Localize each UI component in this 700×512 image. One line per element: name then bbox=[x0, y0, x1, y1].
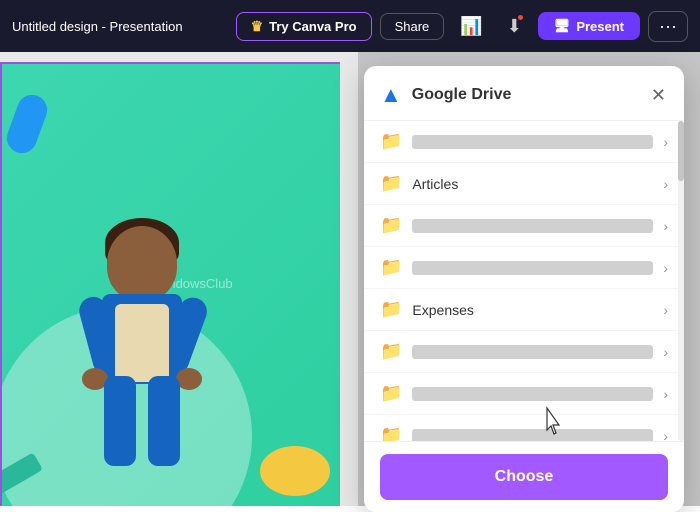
folder-name bbox=[412, 345, 653, 359]
char-vest bbox=[115, 304, 169, 382]
folder-name bbox=[412, 261, 653, 275]
char-head bbox=[107, 226, 177, 301]
try-canva-button[interactable]: ♛ Try Canva Pro bbox=[236, 12, 372, 41]
folder-icon: 📁 bbox=[380, 425, 402, 441]
scrollbar-thumb[interactable] bbox=[678, 121, 684, 181]
dialog-list-wrapper: 📁 › 📁 Articles › 📁 › bbox=[364, 121, 684, 441]
folder-item[interactable]: 📁 › bbox=[364, 247, 684, 289]
folder-item[interactable]: 📁 Articles › bbox=[364, 163, 684, 205]
folder-name: Expenses bbox=[412, 302, 653, 318]
google-drive-dialog: ▲ Google Drive ✕ 📁 › 📁 Articles › bbox=[364, 66, 684, 512]
folder-icon: 📁 bbox=[380, 131, 402, 152]
char-right-leg bbox=[148, 376, 180, 466]
scrollbar-track[interactable] bbox=[678, 121, 684, 441]
top-bar: Untitled design - Presentation ♛ Try Can… bbox=[0, 0, 700, 52]
dialog-title: Google Drive bbox=[412, 86, 639, 104]
chevron-icon: › bbox=[663, 134, 668, 150]
google-drive-icon: ▲ bbox=[380, 82, 402, 108]
folder-name: Articles bbox=[412, 176, 653, 192]
chart-button[interactable]: 📊 bbox=[452, 11, 490, 42]
share-label: Share bbox=[395, 19, 430, 34]
download-button[interactable]: ⬇ bbox=[499, 11, 530, 42]
folder-name bbox=[412, 429, 653, 442]
chart-icon: 📊 bbox=[460, 16, 482, 37]
folder-name bbox=[412, 387, 653, 401]
try-canva-label: Try Canva Pro bbox=[269, 19, 356, 34]
folder-icon: 📁 bbox=[380, 299, 402, 320]
folder-icon: 📁 bbox=[380, 257, 402, 278]
char-left-leg bbox=[104, 376, 136, 466]
folder-icon: 📁 bbox=[380, 383, 402, 404]
crown-icon: ♛ bbox=[251, 18, 264, 35]
chevron-icon: › bbox=[663, 302, 668, 318]
folder-icon: 📁 bbox=[380, 215, 402, 236]
blue-decoration bbox=[3, 91, 52, 158]
share-button[interactable]: Share bbox=[380, 13, 445, 40]
chevron-icon: › bbox=[663, 260, 668, 276]
choose-button[interactable]: Choose bbox=[380, 454, 668, 500]
app-title: Untitled design - Presentation bbox=[12, 19, 183, 34]
yellow-decoration bbox=[260, 446, 330, 496]
more-icon: ··· bbox=[659, 16, 677, 36]
chevron-icon: › bbox=[663, 344, 668, 360]
folder-item[interactable]: 📁 › bbox=[364, 121, 684, 163]
folder-list[interactable]: 📁 › 📁 Articles › 📁 › bbox=[364, 121, 684, 441]
folder-icon: 📁 bbox=[380, 341, 402, 362]
chevron-icon: › bbox=[663, 176, 668, 192]
present-icon: 🖥 bbox=[554, 18, 571, 34]
dialog-close-button[interactable]: ✕ bbox=[649, 84, 668, 106]
folder-icon: 📁 bbox=[380, 173, 402, 194]
folder-item[interactable]: 📁 › bbox=[364, 415, 684, 441]
folder-item[interactable]: 📁 › bbox=[364, 373, 684, 415]
folder-item[interactable]: 📁 Expenses › bbox=[364, 289, 684, 331]
present-button[interactable]: 🖥 Present bbox=[538, 12, 640, 40]
folder-item[interactable]: 📁 › bbox=[364, 205, 684, 247]
dialog-overlay: ▲ Google Drive ✕ 📁 › 📁 Articles › bbox=[358, 52, 700, 506]
present-label: Present bbox=[576, 19, 624, 34]
chevron-icon: › bbox=[663, 386, 668, 402]
folder-name bbox=[412, 135, 653, 149]
notification-dot bbox=[517, 14, 524, 21]
dialog-footer: Choose bbox=[364, 441, 684, 512]
chevron-icon: › bbox=[663, 218, 668, 234]
dialog-header: ▲ Google Drive ✕ bbox=[364, 66, 684, 121]
character-body bbox=[82, 226, 202, 506]
character-figure bbox=[42, 186, 242, 506]
slide-preview: 🔷 TheWindowsClub bbox=[0, 62, 340, 506]
more-button[interactable]: ··· bbox=[648, 11, 688, 42]
folder-item[interactable]: 📁 › bbox=[364, 331, 684, 373]
chevron-icon: › bbox=[663, 428, 668, 442]
folder-name bbox=[412, 219, 653, 233]
